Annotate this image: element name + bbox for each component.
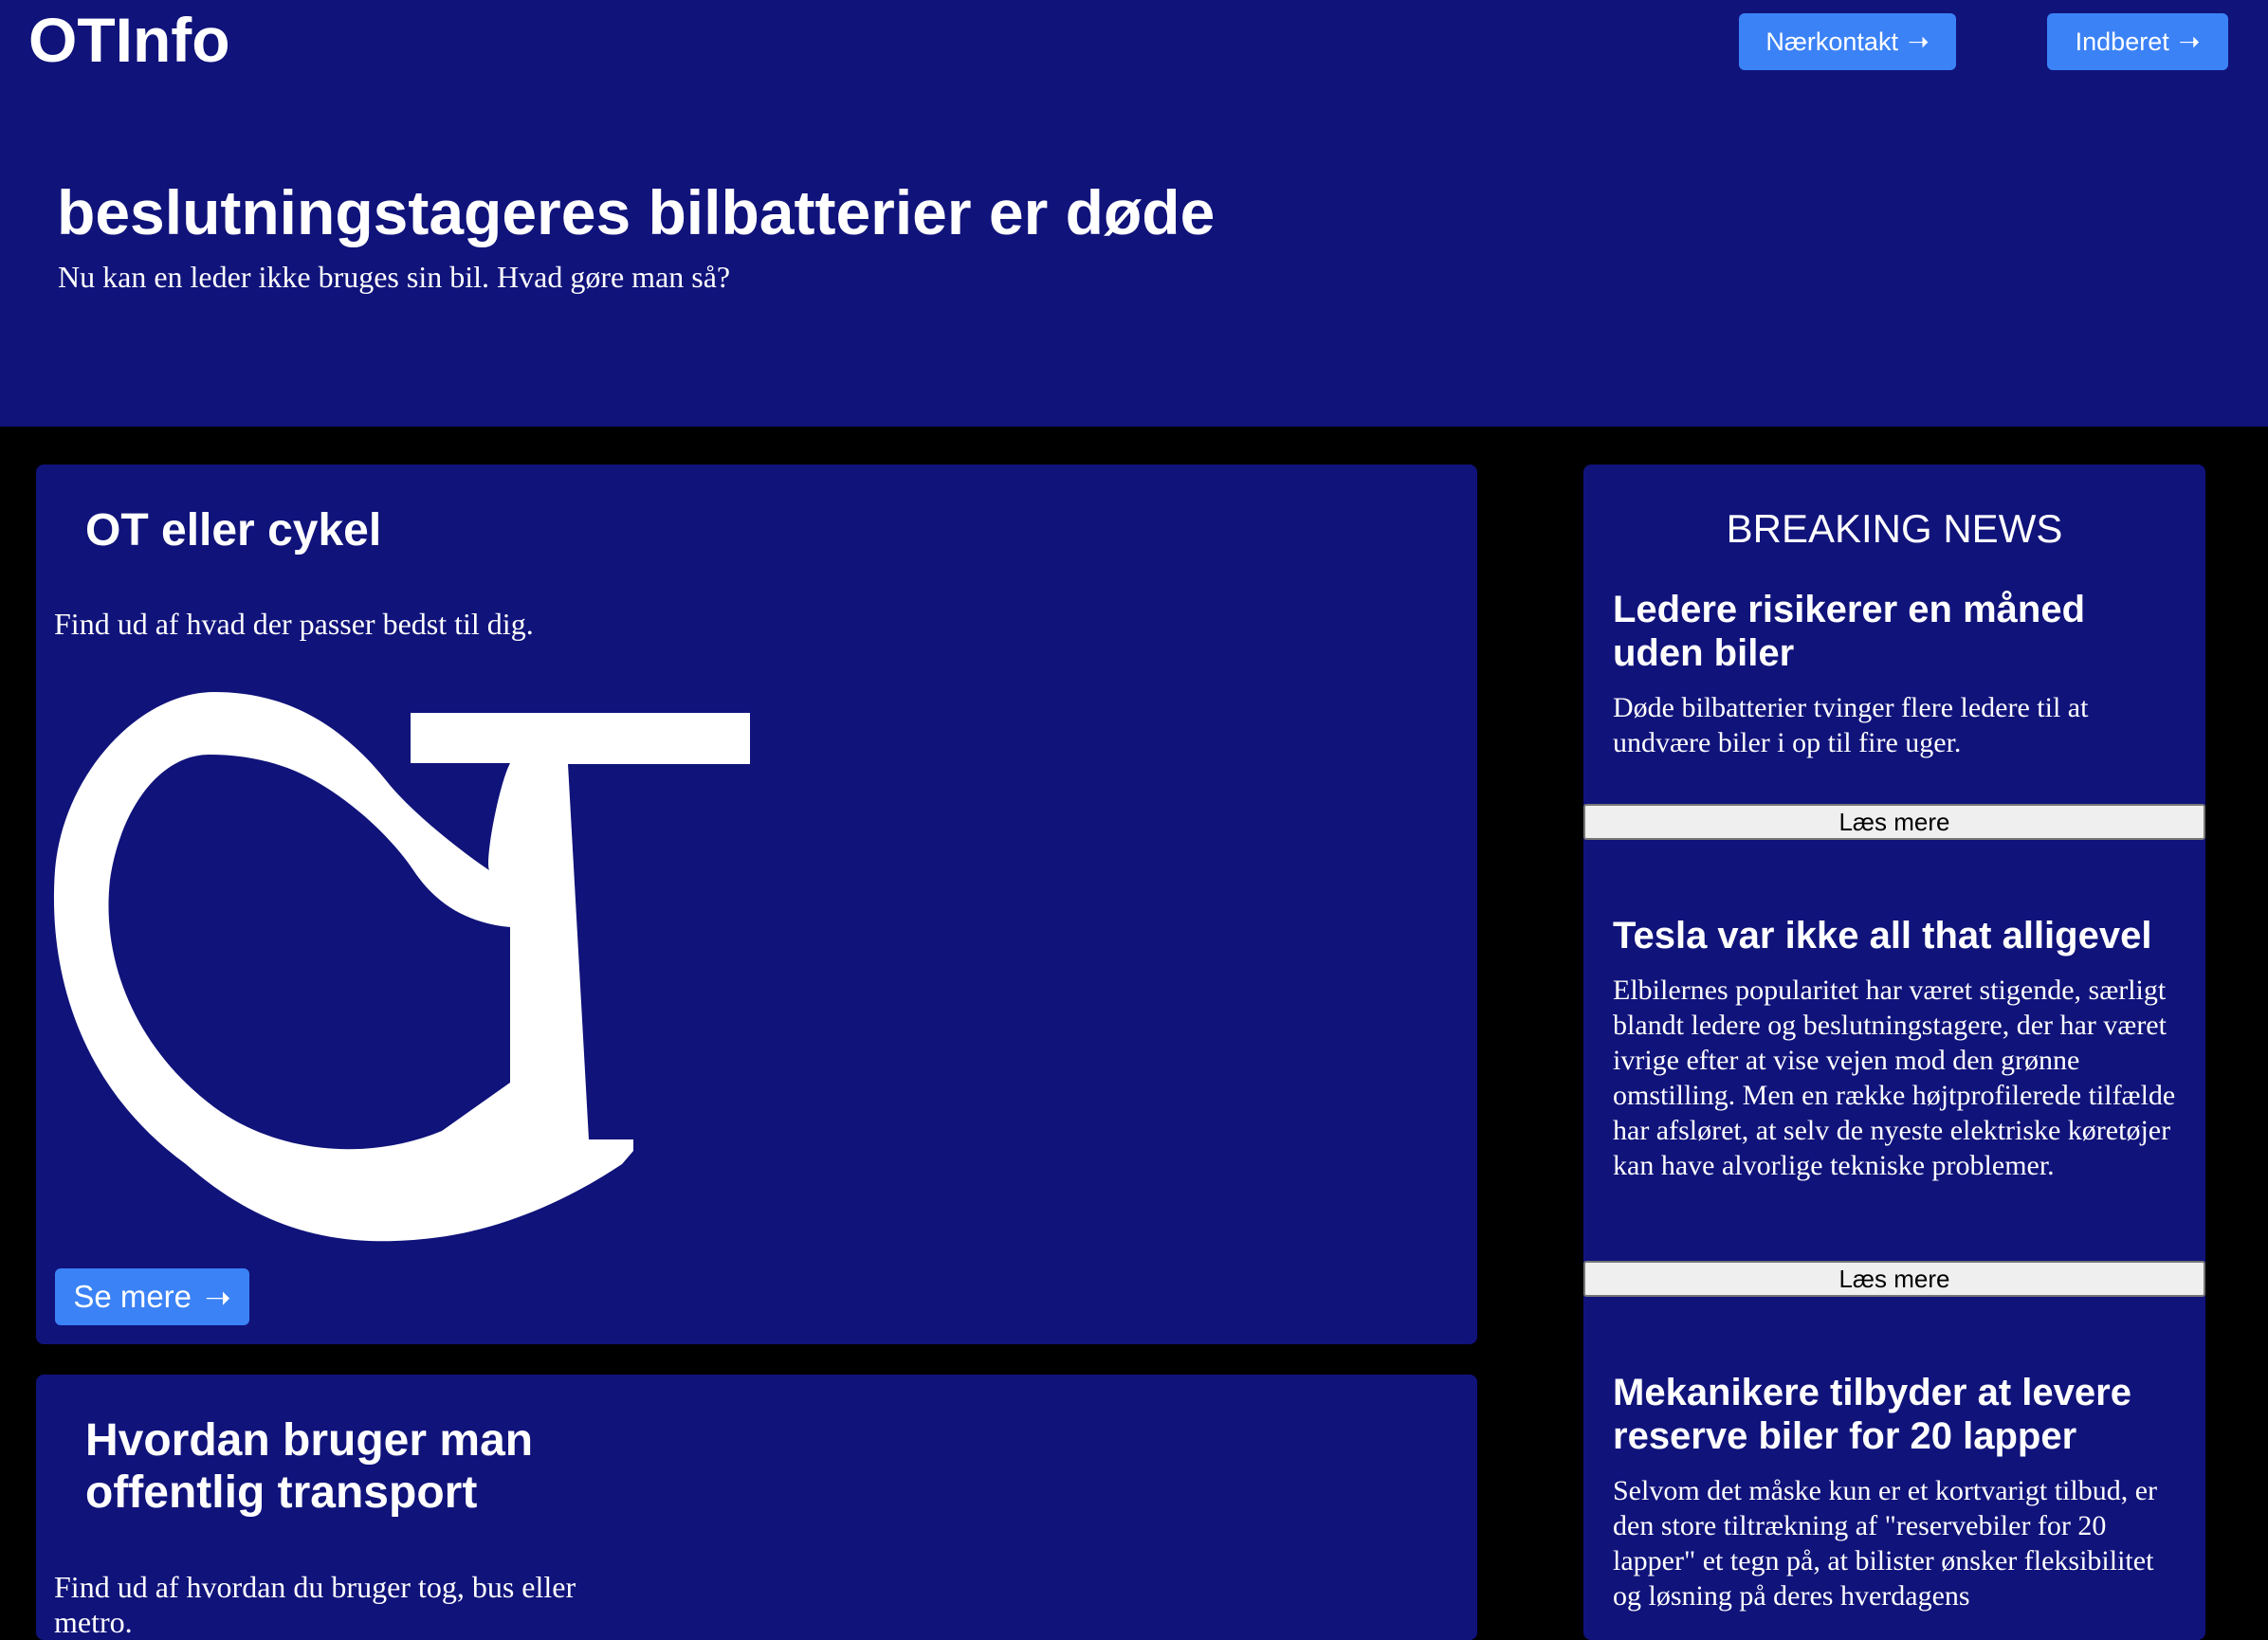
news-item: Ledere risikerer en måned uden biler Død… [1583,588,2205,760]
card-text: Find ud af hvordan du bruger tog, bus el… [54,1570,576,1639]
site-logo[interactable]: OTInfo [28,4,230,76]
hero-subtitle: Nu kan en leder ikke bruges sin bil. Hva… [58,260,731,294]
breaking-news-panel: BREAKING NEWS Ledere risikerer en måned … [1583,465,2205,1640]
hero-banner: OTInfo Nærkontakt ➝ Indberet ➝ beslutnin… [0,0,2268,427]
report-button-label: Indberet [2075,27,2169,56]
news-text: Selvom det måske kun er et kortvarigt ti… [1613,1475,2158,1612]
news-text: Døde bilbatterier tvinger flere ledere t… [1613,692,2089,758]
news-title: Tesla var ikke all that alligevel [1613,915,2152,957]
hero-title: beslutningstageres bilbatterier er døde [57,177,1216,247]
contact-button[interactable]: Nærkontakt ➝ [1739,13,1956,70]
news-title: Ledere risikerer en måned uden biler [1613,589,2086,674]
arrow-right-icon: ➝ [2178,27,2201,56]
arrow-right-icon: ➝ [205,1279,231,1315]
read-more-button[interactable]: Læs mere [1583,1261,2205,1297]
ot-logo-icon [53,692,750,1242]
see-more-label: Se mere [73,1279,192,1314]
report-button[interactable]: Indberet ➝ [2047,13,2228,70]
news-item: Mekanikere tilbyder at levere reserve bi… [1583,1371,2205,1613]
breaking-news-heading: BREAKING NEWS [1726,506,2063,551]
card-text: Find ud af hvad der passer bedst til dig… [54,607,534,641]
card-title: OT eller cykel [85,505,382,556]
arrow-right-icon: ➝ [1907,27,1930,56]
news-text: Elbilernes popularitet har været stigend… [1613,975,2176,1181]
card-title: Hvordan bruger man offentlig transport [85,1415,534,1518]
contact-button-label: Nærkontakt [1765,27,1898,56]
feature-card-public-transport: Hvordan bruger man offentlig transport F… [36,1375,1477,1640]
see-more-button[interactable]: Se mere ➝ [55,1268,249,1325]
news-title: Mekanikere tilbyder at levere reserve bi… [1613,1372,2131,1457]
read-more-button[interactable]: Læs mere [1583,804,2205,840]
news-item: Tesla var ikke all that alligevel Elbile… [1583,914,2205,1183]
feature-card-bike: OT eller cykel Find ud af hvad der passe… [36,465,1477,1344]
